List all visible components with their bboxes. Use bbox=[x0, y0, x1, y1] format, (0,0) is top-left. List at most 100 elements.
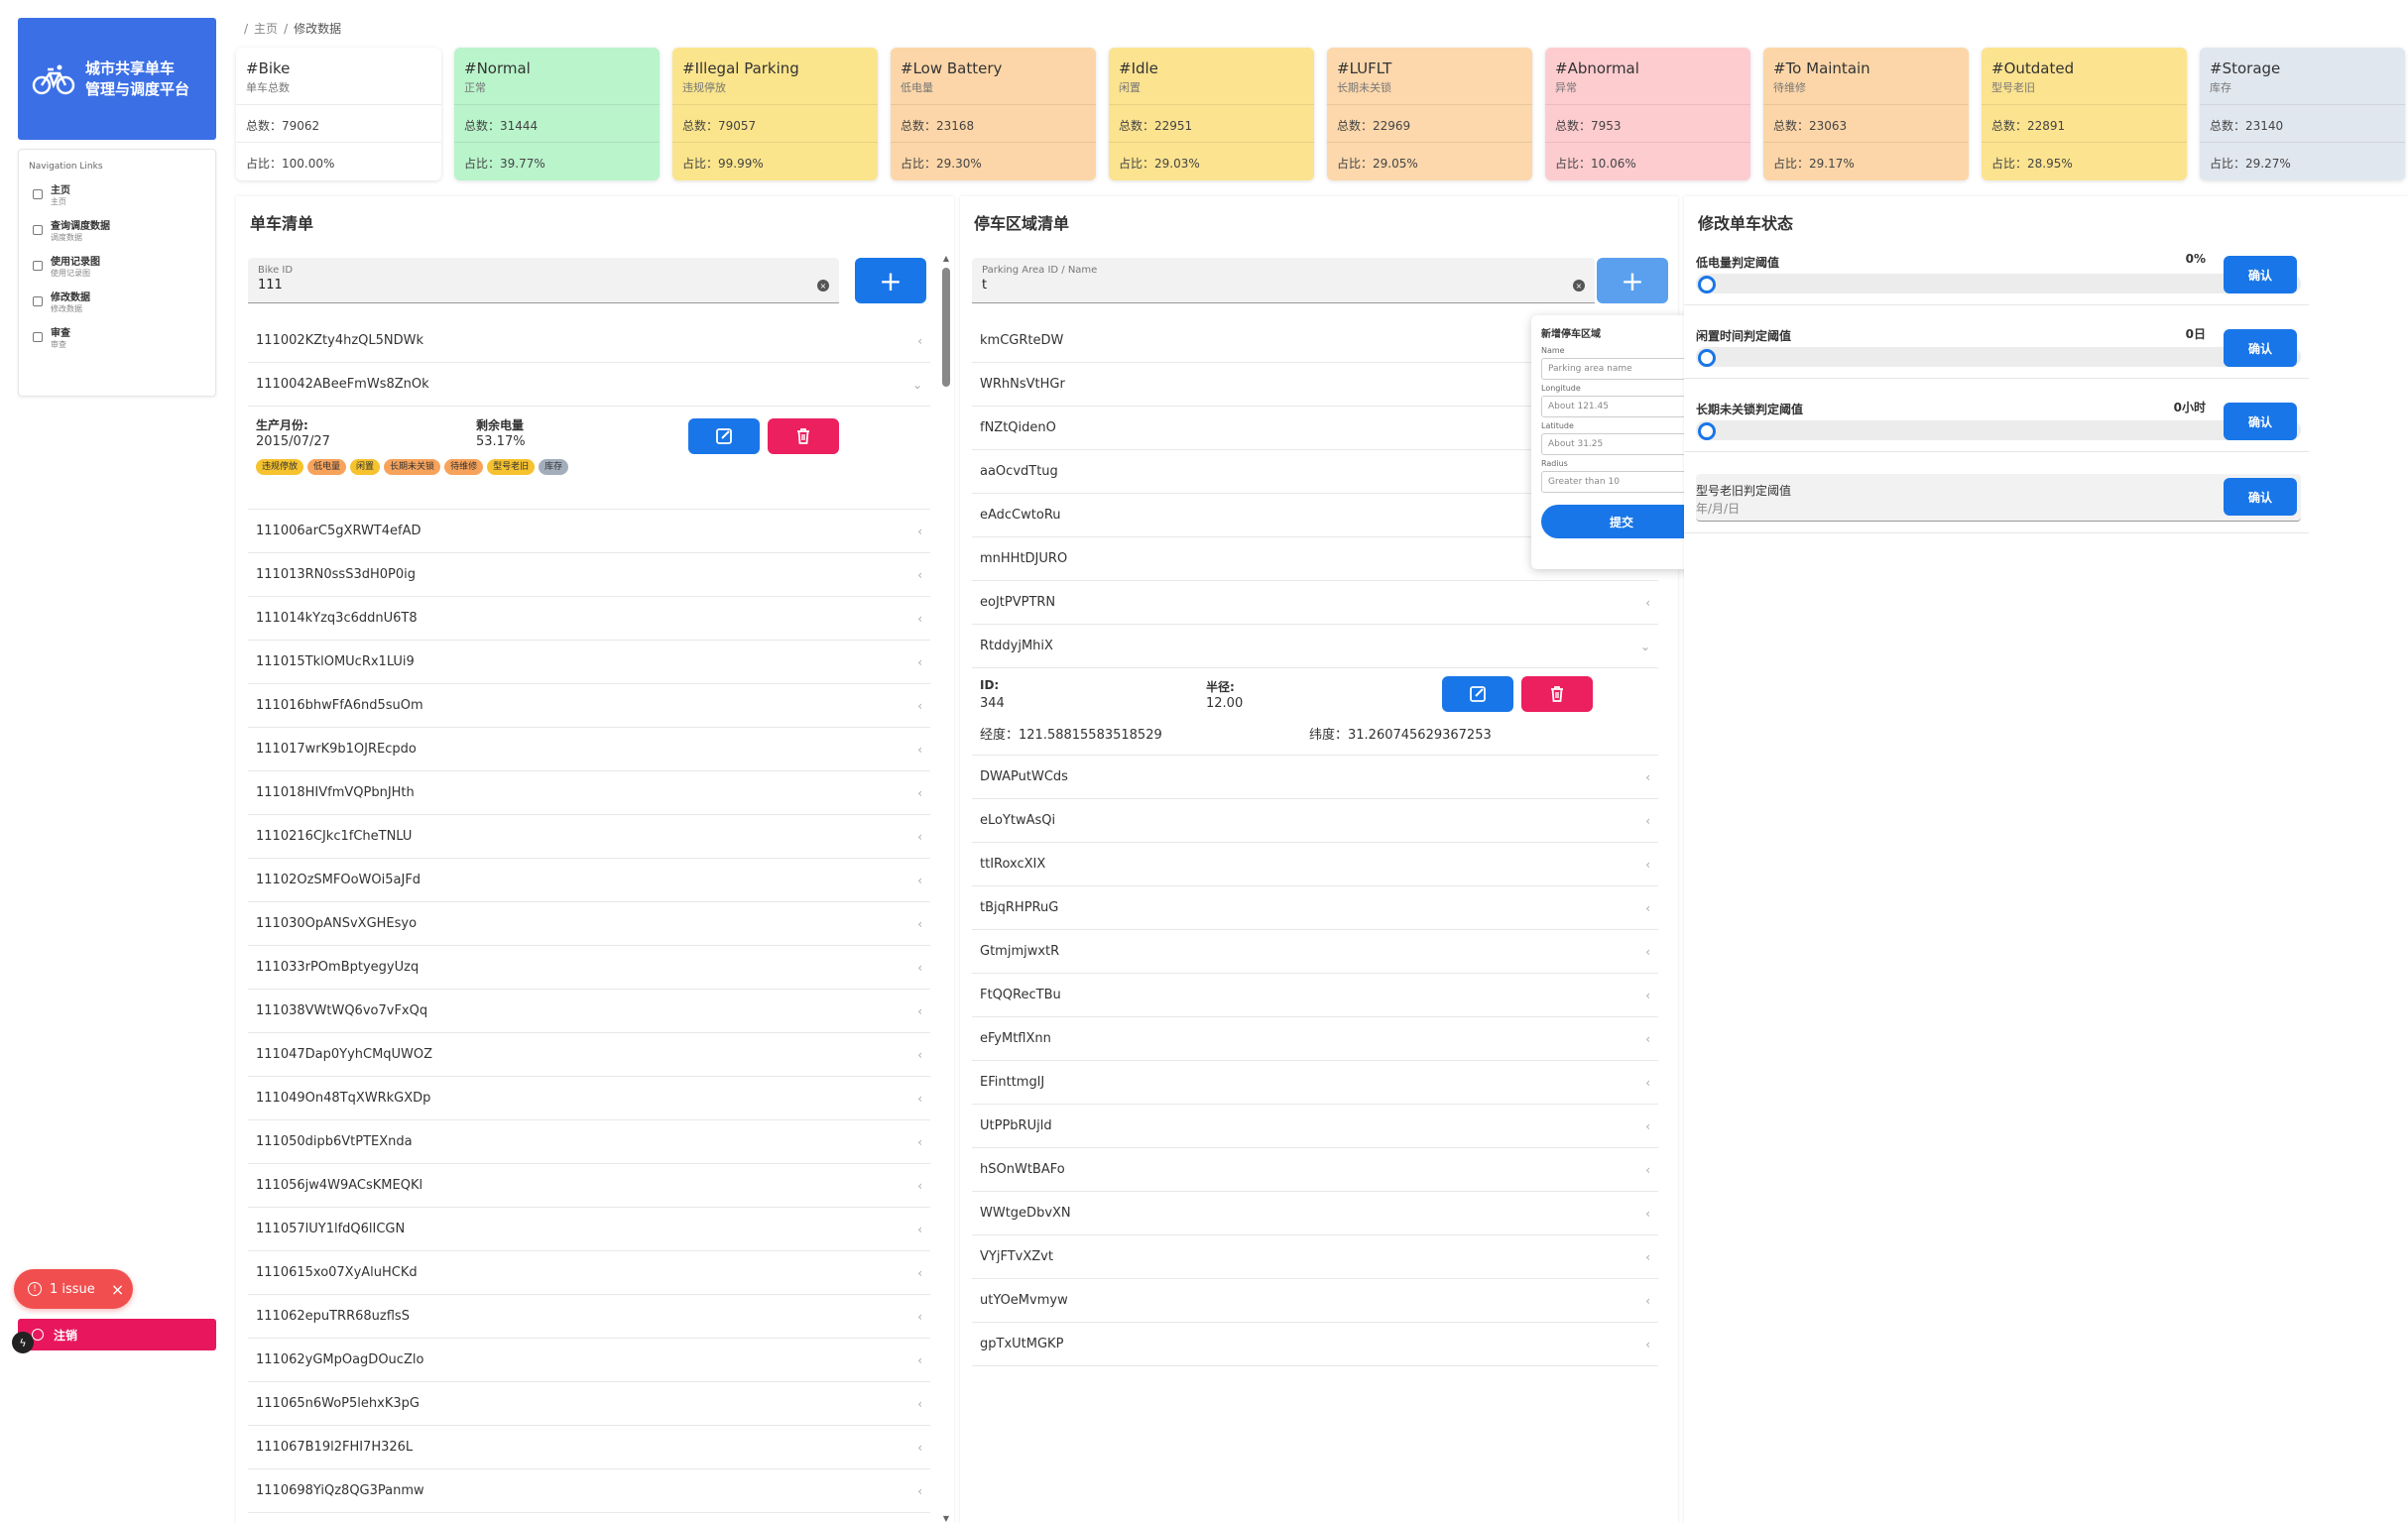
status-badge: 闲置 bbox=[350, 459, 381, 475]
list-item[interactable]: 111015TklOMUcRx1LUi9 ‹ bbox=[248, 641, 930, 684]
close-icon[interactable]: × bbox=[111, 1280, 124, 1299]
stat-card: #Bike 单车总数 总数：79062 占比：100.00% bbox=[236, 48, 441, 180]
list-item[interactable]: 111013RN0ssS3dH0P0ig ‹ bbox=[248, 553, 930, 597]
clear-icon[interactable]: × bbox=[817, 280, 829, 292]
longitude-input[interactable]: About 121.45⬍ bbox=[1541, 396, 1702, 417]
list-item[interactable]: WWtgeDbvXN ‹ bbox=[972, 1192, 1658, 1235]
scroll-down-icon[interactable]: ▼ bbox=[940, 1514, 952, 1523]
list-item[interactable]: 111065n6WoP5lehxK3pG ‹ bbox=[248, 1382, 930, 1426]
setting-outdated-date: 型号老旧判定阈值 年/月/日 确认 bbox=[1684, 474, 2309, 533]
slider-handle[interactable] bbox=[1698, 349, 1716, 367]
slider-track[interactable] bbox=[1696, 420, 2301, 440]
list-item[interactable]: 111056jw4W9ACsKMEQKl ‹ bbox=[248, 1164, 930, 1208]
bike-list-scrollbar[interactable]: ▲ ▼ bbox=[940, 254, 952, 1523]
add-bike-button[interactable]: + bbox=[855, 258, 926, 303]
list-item[interactable]: 111002KZty4hzQL5NDWk ‹ bbox=[248, 319, 930, 363]
list-item-expanded[interactable]: 1110042ABeeFmWs8ZnOk ⌄ bbox=[248, 363, 930, 407]
list-item[interactable]: DWAPutWCds ‹ bbox=[972, 756, 1658, 799]
list-item[interactable]: 111006arC5gXRWT4efAD ‹ bbox=[248, 510, 930, 553]
slider-handle[interactable] bbox=[1698, 276, 1716, 293]
list-item[interactable]: 111033rPOmBptyegyUzq ‹ bbox=[248, 946, 930, 990]
name-input[interactable]: Parking area name bbox=[1541, 358, 1702, 380]
bolt-icon[interactable]: ϟ bbox=[12, 1332, 34, 1353]
list-item[interactable]: 111070ZP1Cy3ofqR5f33‹ bbox=[248, 1513, 930, 1523]
chevron-left-icon: ‹ bbox=[917, 916, 922, 931]
delete-button[interactable] bbox=[768, 418, 839, 454]
scroll-up-icon[interactable]: ▲ bbox=[940, 254, 952, 263]
nav-item-usage[interactable]: 使用记录图 使用记录图 bbox=[29, 257, 205, 279]
list-item[interactable]: tBjqRHPRuG ‹ bbox=[972, 886, 1658, 930]
list-item[interactable]: 111030OpANSvXGHEsyo ‹ bbox=[248, 902, 930, 946]
slider-track[interactable] bbox=[1696, 274, 2301, 293]
radius-input[interactable]: Greater than 10m bbox=[1541, 471, 1702, 493]
list-item[interactable]: 111067B19l2FHI7H326L ‹ bbox=[248, 1426, 930, 1469]
list-item[interactable]: 111049On48TqXWRkGXDp ‹ bbox=[248, 1077, 930, 1120]
add-parking-button[interactable]: + bbox=[1597, 258, 1668, 303]
breadcrumb-home[interactable]: 主页 bbox=[254, 22, 278, 36]
list-item[interactable]: 1110615xo07XyAluHCKd ‹ bbox=[248, 1251, 930, 1295]
list-item[interactable]: FtQQRecTBu ‹ bbox=[972, 974, 1658, 1017]
list-item[interactable]: 1110698YiQz8QG3Panmw ‹ bbox=[248, 1469, 930, 1513]
list-item[interactable]: ttIRoxcXIX ‹ bbox=[972, 843, 1658, 886]
list-item[interactable]: 111016bhwFfA6nd5suOm ‹ bbox=[248, 684, 930, 728]
issue-badge[interactable]: ! 1 issue × bbox=[14, 1269, 133, 1309]
latitude-input[interactable]: About 31.25⬍ bbox=[1541, 433, 1702, 455]
list-item[interactable]: 111038VWtWQ6vo7vFxQq ‹ bbox=[248, 990, 930, 1033]
list-item[interactable]: eFyMtflXnn ‹ bbox=[972, 1017, 1658, 1061]
nav-item-modify[interactable]: 修改数据 修改数据 bbox=[29, 293, 205, 314]
clear-icon[interactable]: × bbox=[1573, 280, 1585, 292]
list-item[interactable]: 111057lUY1lfdQ6lICGN ‹ bbox=[248, 1208, 930, 1251]
confirm-button[interactable]: 确认 bbox=[2224, 478, 2297, 516]
status-tags: 违规停放 低电量 闲置 长期未关锁 待维修 型号老旧 库存 bbox=[256, 458, 572, 475]
list-item[interactable]: 111017wrK9b1OJREcpdo ‹ bbox=[248, 728, 930, 771]
list-item[interactable]: UtPPbRUjld ‹ bbox=[972, 1105, 1658, 1148]
list-item[interactable]: gpTxUtMGKP ‹ bbox=[972, 1323, 1658, 1366]
list-item[interactable]: utYOeMvmyw ‹ bbox=[972, 1279, 1658, 1323]
slider-handle[interactable] bbox=[1698, 422, 1716, 440]
list-item[interactable]: GtmjmjwxtR ‹ bbox=[972, 930, 1658, 974]
list-item[interactable]: 111014kYzq3c6ddnU6T8 ‹ bbox=[248, 597, 930, 641]
list-item[interactable]: 111062yGMpOagDOucZlo ‹ bbox=[248, 1339, 930, 1382]
list-item-expanded[interactable]: RtddyjMhiX ⌄ bbox=[972, 625, 1658, 668]
list-item[interactable]: eoJtPVPTRN ‹ bbox=[972, 581, 1658, 625]
list-item[interactable]: 1110216CJkc1fCheTNLU ‹ bbox=[248, 815, 930, 859]
scroll-thumb[interactable] bbox=[942, 268, 950, 387]
list-item[interactable]: EFinttmglJ ‹ bbox=[972, 1061, 1658, 1105]
edit-button[interactable] bbox=[1442, 676, 1513, 712]
date-placeholder: 年/月/日 bbox=[1696, 502, 1741, 516]
confirm-button[interactable]: 确认 bbox=[2224, 403, 2297, 440]
list-item[interactable]: 111047Dap0YyhCMqUWOZ ‹ bbox=[248, 1033, 930, 1077]
parking-search-input[interactable]: Parking Area ID / Name t × bbox=[972, 258, 1595, 303]
list-item[interactable]: 111062epuTRR68uzflsS ‹ bbox=[248, 1295, 930, 1339]
slider-track[interactable] bbox=[1696, 347, 2301, 367]
list-item[interactable]: eLoYtwAsQi ‹ bbox=[972, 799, 1658, 843]
nav-label: 主页 bbox=[51, 185, 70, 196]
list-item[interactable]: hSOnWtBAFo ‹ bbox=[972, 1148, 1658, 1192]
navigation-card: Navigation Links 主页 主页 查询调度数据 调度数据 使用记录图 使用… bbox=[18, 149, 216, 397]
status-badge: 低电量 bbox=[307, 459, 347, 475]
stat-card: #Normal 正常 总数：31444 占比：39.77% bbox=[454, 48, 660, 180]
submit-button[interactable]: 提交 bbox=[1541, 505, 1702, 538]
list-item[interactable]: 11102OzSMFOoWOi5aJFd ‹ bbox=[248, 859, 930, 902]
confirm-button[interactable]: 确认 bbox=[2224, 329, 2297, 367]
confirm-button[interactable]: 确认 bbox=[2224, 256, 2297, 293]
list-item[interactable]: 111018HIVfmVQPbnJHth ‹ bbox=[248, 771, 930, 815]
item-label: eFyMtflXnn bbox=[980, 1031, 1051, 1046]
nav-item-home[interactable]: 主页 主页 bbox=[29, 185, 205, 207]
brand-logo[interactable]: 城市共享单车 管理与调度平台 bbox=[18, 18, 216, 140]
setting-label: 闲置时间判定阈值 bbox=[1696, 329, 1792, 343]
list-item[interactable]: VYjFTvXZvt ‹ bbox=[972, 1235, 1658, 1279]
nav-item-query[interactable]: 查询调度数据 调度数据 bbox=[29, 221, 205, 243]
item-label: 1110042ABeeFmWs8ZnOk bbox=[256, 377, 429, 392]
list-item[interactable]: 111050dipb6VtPTEXnda ‹ bbox=[248, 1120, 930, 1164]
logout-button[interactable]: 注销 bbox=[18, 1319, 216, 1350]
edit-button[interactable] bbox=[688, 418, 760, 454]
date-label: 型号老旧判定阈值 bbox=[1696, 484, 1792, 498]
nav-item-review[interactable]: 审查 审查 bbox=[29, 328, 205, 350]
bike-search-input[interactable]: Bike ID 111 × bbox=[248, 258, 839, 303]
date-input[interactable]: 型号老旧判定阈值 年/月/日 bbox=[1696, 474, 2301, 522]
stat-header: #To Maintain 待维修 bbox=[1763, 48, 1969, 105]
delete-button[interactable] bbox=[1521, 676, 1593, 712]
stat-total: 总数：22969 bbox=[1327, 105, 1532, 143]
item-label: DWAPutWCds bbox=[980, 769, 1068, 784]
